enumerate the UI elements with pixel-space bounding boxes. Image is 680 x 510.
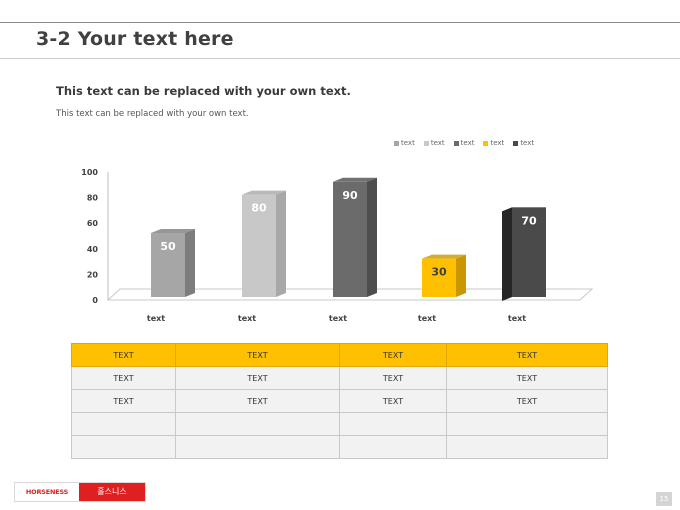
x-tick-label: text [147,314,165,323]
table-header-cell: TEXT [339,343,447,367]
data-table: TEXT TEXT TEXT TEXT TEXT TEXT TEXT TEXT … [71,343,608,459]
table-cell: TEXT [339,366,447,390]
table-cell [339,412,447,436]
table-header-cell: TEXT [446,343,608,367]
table-cell [446,412,608,436]
table-header-cell: TEXT [175,343,340,367]
table-cell [175,412,340,436]
data-label: 90 [342,189,358,202]
table-cell [71,412,176,436]
table-cell: TEXT [446,389,608,413]
table-row [71,435,608,459]
brand-logo: HORSENESS 홀스니스 [14,482,146,502]
bar-side [456,254,466,297]
table-header-cell: TEXT [71,343,176,367]
x-tick-label: text [508,314,526,323]
table-cell: TEXT [71,366,176,390]
bar-side [276,190,286,297]
table-cell: TEXT [339,389,447,413]
table-cell: TEXT [446,366,608,390]
data-label: 80 [251,202,267,215]
data-label: 70 [521,214,537,227]
y-tick-label: 40 [87,245,99,254]
table-cell [175,435,340,459]
table-row: TEXT TEXT TEXT TEXT [71,366,608,390]
table-header-row: TEXT TEXT TEXT TEXT [71,343,608,367]
y-tick-label: 0 [92,296,98,305]
x-tick-label: text [238,314,256,323]
table-row: TEXT TEXT TEXT TEXT [71,389,608,413]
x-tick-label: text [418,314,436,323]
table-cell [339,435,447,459]
bar-side [185,229,195,297]
table-cell [71,435,176,459]
bar-chart: 0 20 40 60 80 100 50 text 80 text 90 text 30 text 70 te… [81,168,594,323]
x-tick-label: text [329,314,347,323]
brand-name-ko: 홀스니스 [79,483,145,501]
table-cell: TEXT [175,389,340,413]
y-tick-label: 20 [87,270,99,279]
y-tick-label: 100 [81,168,98,177]
y-tick-label: 60 [87,219,99,228]
data-label: 30 [431,266,447,279]
data-label: 50 [160,240,176,253]
table-row [71,412,608,436]
bar-side [502,207,512,301]
brand-name-en: HORSENESS [15,483,79,501]
table-cell: TEXT [71,389,176,413]
table-cell: TEXT [175,366,340,390]
bar-side [367,177,377,297]
page-number: 15 [656,492,672,506]
table-cell [446,435,608,459]
y-tick-label: 80 [87,194,99,203]
